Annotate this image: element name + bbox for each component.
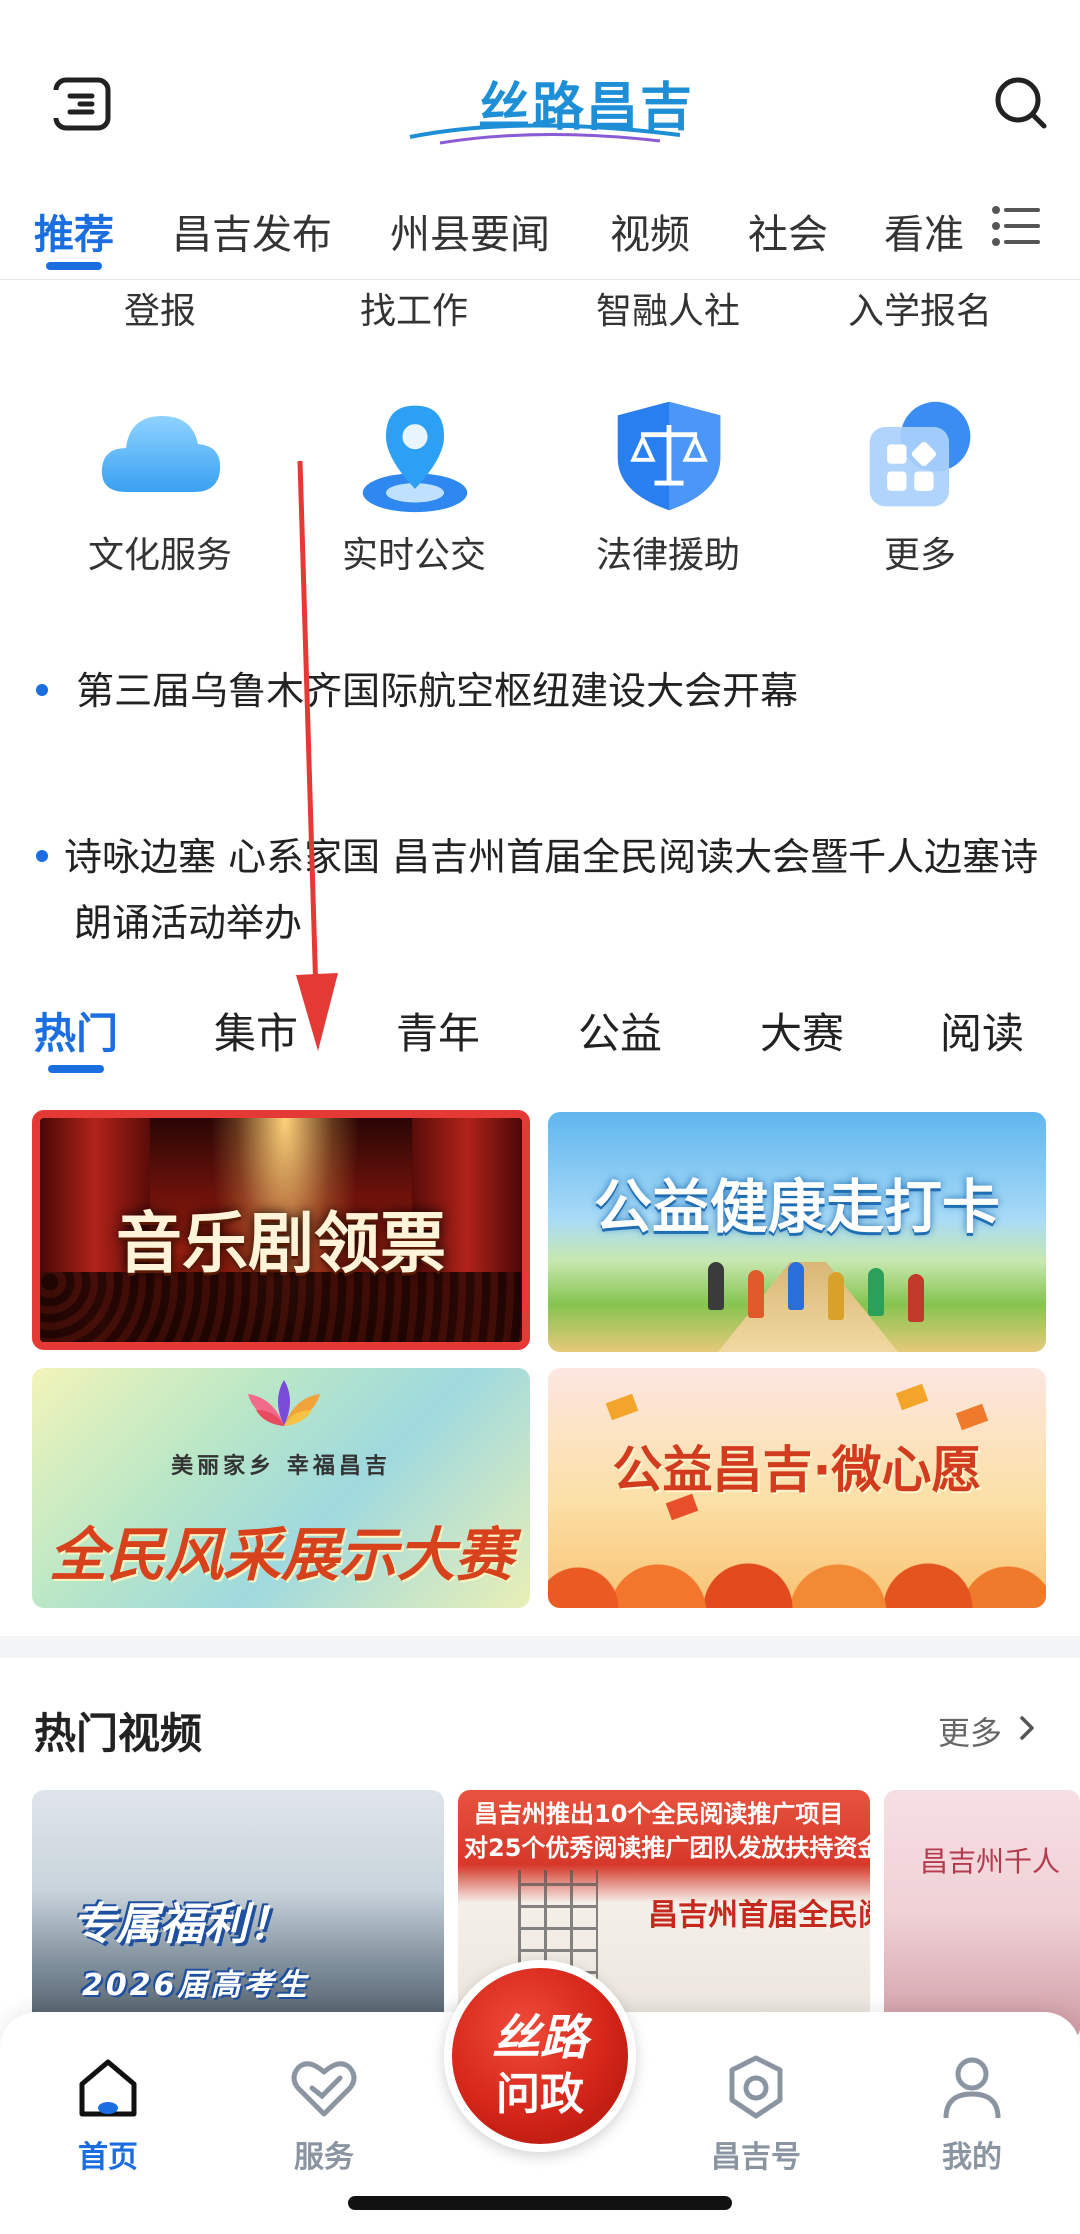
app-logo: 丝路昌吉 [400, 55, 692, 155]
tab-kanzhun[interactable]: 看准 [884, 202, 964, 260]
center-button-line2: 问政 [496, 2069, 584, 2120]
service-zhirong-renshe[interactable]: 智融人社 [558, 282, 778, 334]
logo-text: 丝路昌吉 [478, 77, 695, 138]
news-item[interactable]: 第三届乌鲁木齐国际航空枢纽建设大会开幕 [36, 658, 1056, 724]
subtab-market[interactable]: 集市 [214, 1000, 298, 1061]
active-tab-indicator [46, 262, 102, 270]
walker-figure [748, 1270, 764, 1318]
nav-home[interactable]: 首页 [38, 2052, 178, 2176]
tab-recommend[interactable]: 推荐 [34, 202, 114, 260]
chevron-right-icon[interactable] [1016, 1712, 1040, 1744]
section-divider [0, 1636, 1080, 1658]
walker-figure [908, 1274, 924, 1322]
news-item[interactable]: 诗咏边塞 心系家国 昌吉州首届全民阅读大会暨千人边塞诗朗诵活动举办 [36, 824, 1056, 956]
service-bus-label[interactable]: 实时公交 [304, 526, 524, 578]
flying-paper [895, 1383, 929, 1411]
tab-video[interactable]: 视频 [610, 202, 690, 260]
video-caption: 昌吉州推出10个全民阅读推广项目 [474, 1800, 844, 1828]
crowd-silhouette [548, 1518, 1046, 1608]
video-caption: 2026届高考生 [82, 1968, 310, 2003]
grid-more-icon[interactable] [856, 396, 986, 516]
category-tabs: 推荐 昌吉发布 州县要闻 视频 社会 看准 [0, 190, 1080, 280]
nav-mine[interactable]: 我的 [902, 2052, 1042, 2176]
nav-service[interactable]: 服务 [254, 2052, 394, 2176]
home-indicator [348, 2196, 732, 2210]
nav-home-label: 首页 [78, 2140, 138, 2175]
service-find-job[interactable]: 找工作 [304, 282, 524, 334]
walker-figure [868, 1268, 884, 1316]
flying-paper [955, 1403, 989, 1431]
banner-micro-wishes[interactable]: 公益昌吉·微心愿 [548, 1368, 1046, 1608]
banner-title: 音乐剧领票 [116, 1204, 446, 1282]
profile-icon [943, 2057, 1001, 2119]
subtab-hot[interactable]: 热门 [34, 1000, 118, 1061]
app-header: 丝路昌吉 [0, 0, 1080, 200]
tab-county-news[interactable]: 州县要闻 [390, 202, 550, 260]
video-card[interactable]: 专属福利！ 2026届高考生 [32, 1790, 444, 2040]
active-subtab-indicator [48, 1065, 104, 1073]
activity-tabs: 热门 集市 青年 公益 大赛 阅读 [0, 975, 1080, 1085]
subtab-youth[interactable]: 青年 [396, 1000, 480, 1061]
nav-changjihao-label: 昌吉号 [711, 2140, 801, 2175]
walker-figure [788, 1262, 804, 1310]
service-legal-aid-label[interactable]: 法律援助 [558, 526, 778, 578]
news-title[interactable]: 诗咏边塞 心系家国 昌吉州首届全民阅读大会暨千人边塞诗朗诵活动举办 [64, 835, 1038, 945]
service-dengbao[interactable]: 登报 [50, 282, 270, 334]
menu-icon[interactable] [52, 76, 112, 132]
lotus-logo-icon [248, 1380, 320, 1426]
banner-title: 公益昌吉·微心愿 [612, 1441, 982, 1499]
service-more-label[interactable]: 更多 [810, 526, 1030, 578]
hot-videos-more[interactable]: 更多 [938, 1708, 1002, 1754]
video-card[interactable]: 昌吉州千人 [884, 1790, 1080, 2040]
banner-talent-contest[interactable]: 美丽家乡 幸福昌吉 全民风采展示大赛 [32, 1368, 530, 1608]
nav-changjihao[interactable]: 昌吉号 [686, 2052, 826, 2176]
walker-figure [828, 1272, 844, 1320]
video-caption: 昌吉州千人 [920, 1845, 1061, 1878]
subtab-contest[interactable]: 大赛 [760, 1000, 844, 1061]
justice-scale-icon[interactable] [604, 396, 734, 516]
channel-list-icon[interactable] [990, 200, 1042, 252]
video-caption: 对25个优秀阅读推广团队发放扶持资金 [464, 1834, 870, 1862]
video-caption: 昌吉州首届全民阅 [648, 1898, 870, 1933]
bullet-dot [36, 849, 48, 862]
gear-badge-icon [729, 2055, 783, 2119]
bullet-dot [36, 683, 48, 696]
subtab-reading[interactable]: 阅读 [940, 1000, 1024, 1061]
nav-service-label: 服务 [294, 2140, 354, 2175]
banner-title: 全民风采展示大赛 [48, 1521, 513, 1589]
home-icon [79, 2059, 137, 2117]
search-icon[interactable] [990, 70, 1050, 134]
video-caption: 专属福利！ [72, 1899, 292, 1950]
walker-figure [708, 1262, 724, 1310]
service-heart-icon [291, 2061, 357, 2117]
nav-mine-label: 我的 [942, 2140, 1002, 2175]
service-school-enrollment[interactable]: 入学报名 [810, 282, 1030, 334]
tab-society[interactable]: 社会 [748, 202, 828, 260]
cloud-icon[interactable] [96, 400, 226, 520]
news-title[interactable]: 第三届乌鲁木齐国际航空枢纽建设大会开幕 [76, 669, 798, 713]
banner-musical-tickets[interactable]: 音乐剧领票 [32, 1110, 530, 1350]
banner-health-walk[interactable]: 公益健康走打卡 [548, 1112, 1046, 1352]
tab-changji-release[interactable]: 昌吉发布 [172, 202, 332, 260]
service-culture-label[interactable]: 文化服务 [50, 526, 270, 578]
location-pin-icon[interactable] [350, 396, 480, 516]
silk-road-inquiry-button[interactable]: 丝路 问政 [444, 1960, 636, 2152]
flying-paper [605, 1393, 639, 1421]
subtab-charity[interactable]: 公益 [578, 1000, 662, 1061]
banner-title: 公益健康走打卡 [593, 1173, 1000, 1241]
hot-videos-title: 热门视频 [34, 1709, 203, 1758]
banner-slogan: 美丽家乡 幸福昌吉 [171, 1454, 391, 1479]
